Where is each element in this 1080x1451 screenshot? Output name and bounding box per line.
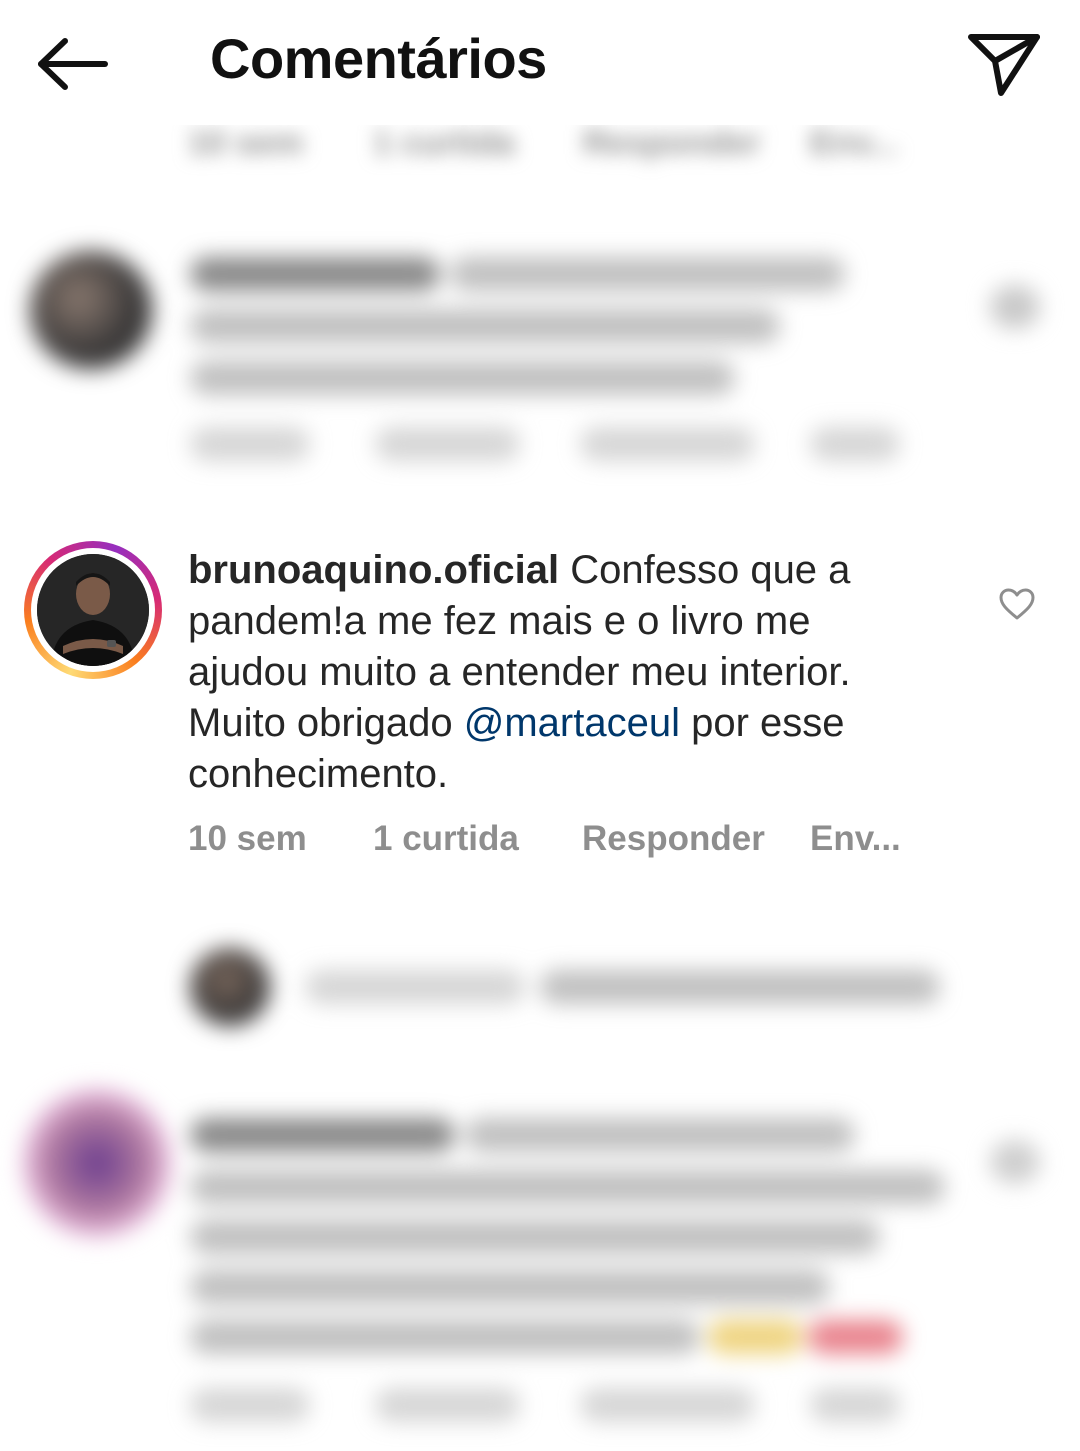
comment-time: 10 sem — [188, 819, 307, 858]
comment-item: brunoaquino.oficial Confesso que a pande… — [0, 535, 1080, 875]
avatar-story-ring[interactable] — [24, 541, 162, 679]
avatar-border — [31, 548, 155, 672]
blurred-meta-row-top: 10 sem 1 curtida Responder Env... — [0, 118, 1080, 188]
blurred-likes: 1 curtida — [373, 124, 515, 162]
heart-outline-icon — [999, 588, 1035, 620]
blurred-time: 10 sem — [188, 124, 304, 162]
comment-likes[interactable]: 1 curtida — [373, 819, 519, 859]
avatar — [37, 554, 149, 666]
blurred-reply: Responder — [583, 124, 761, 162]
share-button[interactable] — [964, 24, 1044, 104]
comment-username[interactable]: brunoaquino.oficial — [188, 548, 559, 592]
person-photo-icon — [37, 554, 149, 666]
page-title: Comentários — [210, 27, 547, 90]
reply-button[interactable]: Responder — [582, 819, 765, 859]
comment-body: brunoaquino.oficial Confesso que a pande… — [188, 545, 938, 800]
like-button[interactable] — [994, 581, 1040, 627]
paper-plane-icon — [968, 34, 1040, 96]
blurred-comment-2 — [0, 1070, 1080, 1451]
blurred-avatar — [30, 251, 152, 369]
blurred-send: Env... — [810, 124, 899, 162]
arrow-left-icon — [38, 38, 108, 90]
blurred-reply-row — [0, 930, 1080, 1040]
back-button[interactable] — [30, 28, 114, 100]
mention-link[interactable]: @martaceul — [464, 701, 680, 745]
blurred-comment-1 — [0, 215, 1080, 495]
send-button[interactable]: Env... — [810, 819, 901, 859]
top-bar: Comentários — [0, 0, 1080, 125]
